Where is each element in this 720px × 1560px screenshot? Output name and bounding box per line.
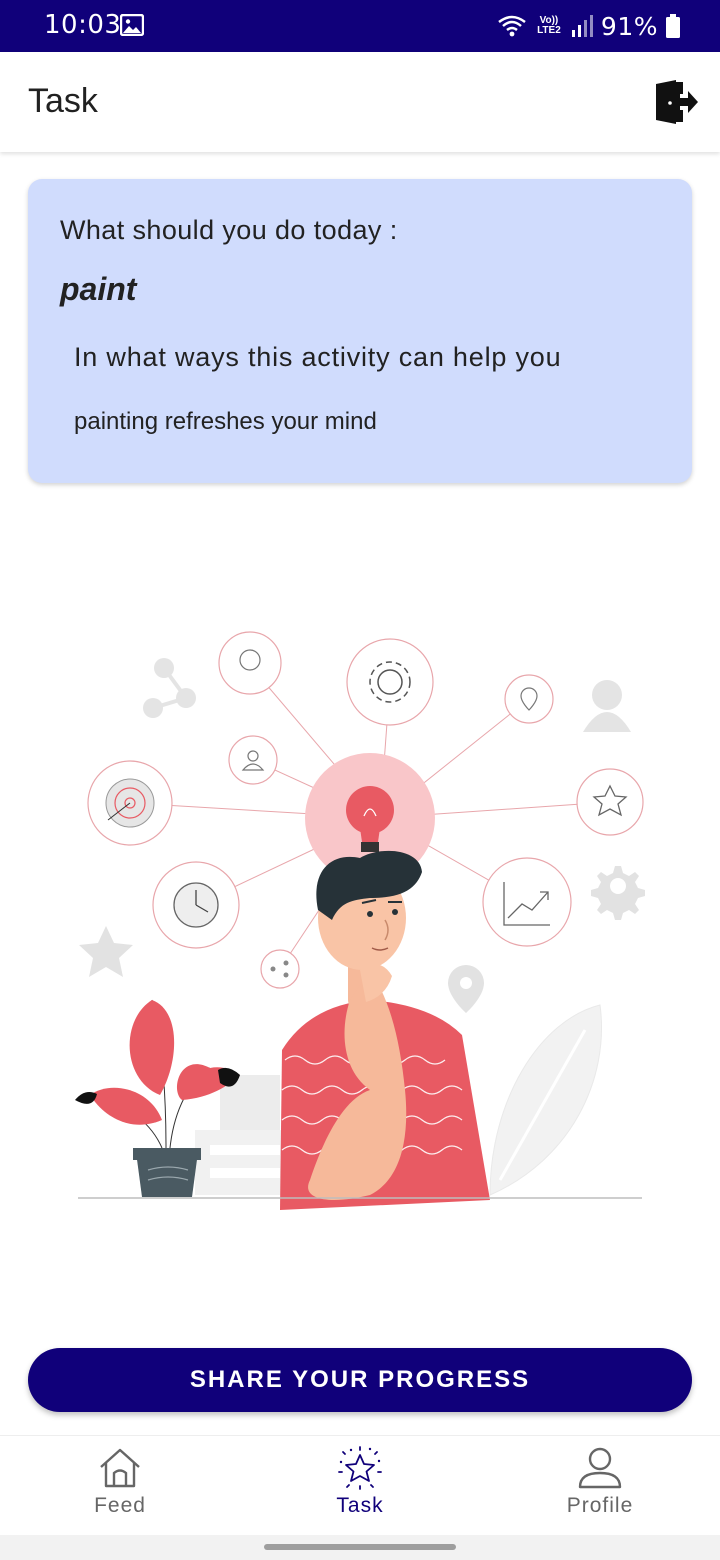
nav-label-feed: Feed bbox=[94, 1494, 146, 1517]
node-user bbox=[228, 735, 278, 785]
node-circle bbox=[218, 631, 282, 695]
app-bar: Task bbox=[0, 52, 720, 152]
image-icon bbox=[120, 14, 144, 36]
nav-item-profile[interactable]: Profile bbox=[520, 1446, 680, 1532]
battery-icon bbox=[666, 14, 680, 38]
decor-star bbox=[79, 926, 133, 977]
help-label: In what ways this activity can help you bbox=[74, 342, 562, 372]
signal-icon bbox=[571, 15, 593, 37]
gesture-handle[interactable] bbox=[264, 1544, 456, 1550]
node-location bbox=[504, 674, 554, 724]
battery-percentage: 91% bbox=[600, 11, 658, 41]
thinking-person-illustration bbox=[75, 631, 645, 1210]
star-icon bbox=[338, 1446, 382, 1490]
decor-user bbox=[583, 680, 631, 732]
help-text: painting refreshes your mind bbox=[74, 408, 377, 435]
status-time: 10:03 bbox=[44, 10, 122, 40]
status-indicators: Vo)) LTE2 91% bbox=[497, 10, 680, 42]
person-icon bbox=[578, 1447, 622, 1489]
network-type-label: Vo)) LTE2 bbox=[537, 15, 561, 36]
nav-label-profile: Profile bbox=[566, 1494, 634, 1517]
node-chart bbox=[482, 857, 572, 947]
plant-leaf bbox=[129, 1000, 175, 1095]
status-bar: 10:03 Vo)) LTE2 91% bbox=[0, 0, 720, 52]
nav-item-feed[interactable]: Feed bbox=[40, 1446, 200, 1532]
task-card: What should you do today : paint In what… bbox=[28, 179, 692, 483]
question-label: What should you do today : bbox=[60, 215, 398, 245]
logout-door-icon bbox=[656, 80, 698, 124]
gesture-bar-area bbox=[0, 1535, 720, 1560]
activity-name: paint bbox=[60, 271, 137, 307]
bottom-nav: Feed Task Profile bbox=[0, 1435, 720, 1535]
logout-button[interactable] bbox=[650, 78, 700, 126]
home-icon bbox=[100, 1448, 140, 1488]
node-star bbox=[576, 768, 644, 836]
nav-label-task: Task bbox=[336, 1494, 384, 1517]
decor-share bbox=[143, 658, 196, 718]
wifi-icon bbox=[498, 15, 526, 37]
nav-item-task[interactable]: Task bbox=[280, 1446, 440, 1532]
lightbulb-icon bbox=[346, 786, 394, 834]
share-progress-button[interactable]: SHARE YOUR PROGRESS bbox=[28, 1348, 692, 1412]
node-gear bbox=[346, 638, 434, 726]
page-title: Task bbox=[28, 82, 98, 120]
node-share bbox=[260, 949, 300, 989]
